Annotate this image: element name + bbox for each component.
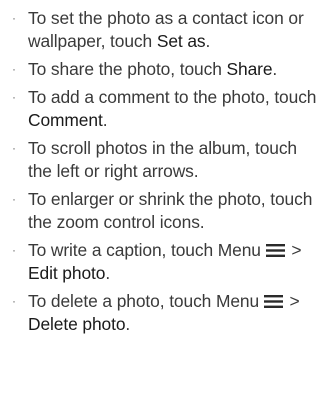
document-page: · To set the photo as a contact icon or … [0, 0, 326, 410]
item-keyword: Edit photo [28, 263, 106, 283]
bullet-icon: · [12, 90, 16, 104]
bullet-icon: · [12, 62, 16, 76]
item-keyword: Delete photo [28, 314, 126, 334]
item-text: To add a comment to the photo, touch [28, 87, 317, 107]
item-suffix: . [272, 59, 278, 79]
item-text: To delete a photo, touch Menu [28, 291, 264, 311]
list-item: · To share the photo, touch Share. [12, 58, 320, 81]
item-keyword: Comment [28, 110, 103, 130]
instruction-list: · To set the photo as a contact icon or … [12, 7, 320, 341]
item-keyword: Set as [156, 31, 206, 51]
item-separator: > [286, 240, 302, 260]
item-text: To scroll photos in the album, touch the… [28, 138, 298, 181]
item-keyword: Share [226, 59, 273, 79]
menu-icon [263, 295, 283, 308]
bullet-icon: · [12, 192, 16, 206]
list-item: · To set the photo as a contact icon or … [12, 7, 320, 53]
bullet-icon: · [12, 141, 16, 155]
item-separator: > [284, 291, 300, 311]
menu-icon [265, 244, 285, 257]
bullet-icon: · [12, 11, 16, 25]
item-text: To share the photo, touch [28, 59, 227, 79]
list-item: · To delete a photo, touch Menu > Delete… [12, 290, 320, 336]
item-suffix: . [125, 314, 131, 334]
list-item: · To add a comment to the photo, touch C… [12, 86, 320, 132]
list-item: · To write a caption, touch Menu > Edit … [12, 239, 320, 285]
item-suffix: . [102, 110, 108, 130]
item-suffix: . [105, 263, 111, 283]
list-item: · To enlarger or shrink the photo, touch… [12, 188, 320, 234]
bullet-icon: · [12, 243, 16, 257]
item-text: To write a caption, touch Menu [28, 240, 266, 260]
list-item: · To scroll photos in the album, touch t… [12, 137, 320, 183]
item-suffix: . [205, 31, 211, 51]
bullet-icon: · [12, 294, 16, 308]
item-text: To enlarger or shrink the photo, touch t… [28, 189, 313, 232]
